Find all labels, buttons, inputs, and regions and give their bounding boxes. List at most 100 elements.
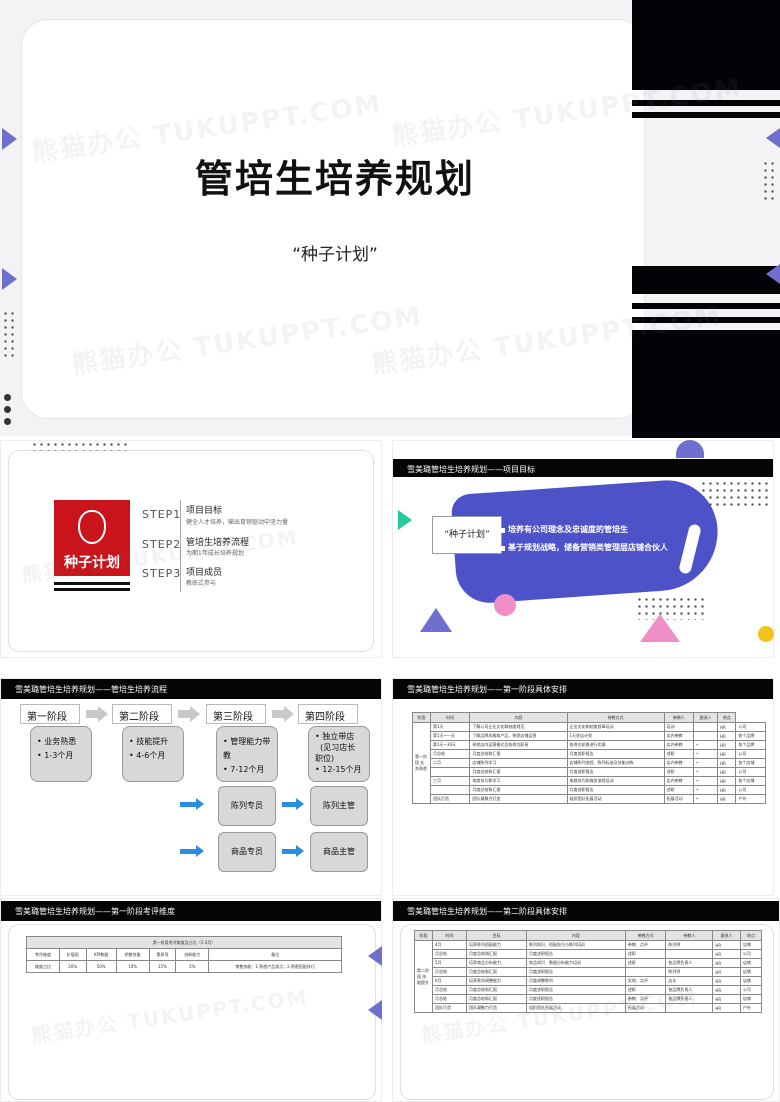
table-cell: 公司 — [735, 722, 766, 732]
evaluation-table: 第一阶段考评维度及占比（1-3月） 考评维度 价值观 KPI数据 销售技能 素质项 创新能力… — [26, 936, 342, 973]
column-header: 带教方式 — [624, 930, 667, 941]
arrow-icon — [284, 706, 294, 722]
table-cell: 15% — [148, 960, 177, 973]
table-cell: HR — [712, 949, 741, 959]
dot-grid — [31, 441, 131, 451]
column-header: 带教人 — [663, 712, 695, 723]
table-cell: 述职 — [624, 958, 667, 968]
column-header: 销售技能 — [115, 948, 150, 961]
stripe — [632, 303, 780, 309]
table-row: 5月 培养商品分析能力 商品知识、数据分析能力培训 述职 各品牌负责人 HR 店铺 — [415, 958, 763, 968]
table-cell: 团队打造 — [431, 1003, 468, 1013]
schedule-table: 阶段 时间 目标 内容 带教方式 带教人 跟进人 地点 第二阶段 技能提升 4月 培养陈列搭配能力陈… — [414, 930, 763, 1013]
yellow-circle — [758, 626, 774, 642]
table-row: 月度总结和汇报 月度述职报告 述职 * HR 公司 — [413, 767, 766, 777]
table-cell: 述职 — [663, 749, 695, 759]
column-header: 带教方式 — [566, 712, 665, 723]
table-cell: 店铺陈列学习 — [469, 758, 568, 768]
role-box: 商品主管 — [310, 832, 368, 872]
table-cell: 50% — [85, 960, 117, 973]
arrow-icon — [282, 802, 296, 807]
table-cell: 企业文化和制度规章培训 — [566, 722, 665, 732]
table-cell — [624, 967, 667, 977]
table-cell: 电商技巧和服务流程培训 — [566, 776, 665, 786]
slide-header-bar: 雪美璐管培生培养规划——第一阶段考评维度 — [1, 901, 381, 921]
slide-thumbnail-6[interactable]: 雪美璐管培生培养规划——第一阶段考评维度 — [0, 898, 382, 1102]
table-cell: 各个店铺 — [735, 776, 766, 786]
arrow-icon — [196, 798, 204, 810]
phase-box: • 业务熟悉 • 1-3个月 — [30, 726, 92, 782]
arrow-icon — [190, 706, 200, 722]
table-row: 月总结 月度总结和汇报 月度述职报告 带教、点评 各品牌负责人 HR 店铺 — [415, 994, 763, 1004]
dot — [4, 406, 11, 413]
table-header-row: 阶段 时间 内容 带教方式 带教人 跟进人 地点 — [412, 712, 766, 723]
role-box: 商品专员 — [218, 832, 276, 872]
table-cell: HR — [712, 994, 741, 1004]
table-cell: 20% — [58, 960, 87, 973]
logo-underline — [54, 588, 130, 591]
table-cell: 各品牌负责人 — [665, 985, 714, 995]
phase-box: • 管理能力带教 • 7-12个月 — [216, 726, 278, 782]
seed-plan-logo: 种子计划 — [54, 500, 130, 576]
table-cell: 月度述职报告 — [566, 749, 665, 759]
table-cell: 店铺 — [739, 976, 763, 986]
arrow-icon — [180, 802, 196, 807]
table-cell: 第1天~一天 — [429, 731, 471, 741]
column-header: 跟进人 — [712, 930, 741, 941]
table-row: 团队打造 团队凝聚力打造 组织团队拓展活动 拓展活动 HR 户外 — [415, 1003, 763, 1013]
table-cell: 月度调整陈列 — [525, 976, 626, 986]
role-box: 陈列主管 — [310, 786, 368, 826]
cover-slide[interactable]: 管培生培养规划 “种子计划” 熊猫办公 TUKUPPT.COM 熊猫办公 TUK… — [0, 0, 780, 438]
table-cell: 公司 — [739, 985, 763, 995]
table-row: 第二阶段 技能提升 4月 培养陈列搭配能力 陈列知识、搭配技巧与陈列培训 带教、点评 陈列… — [414, 940, 763, 1013]
table-cell: 月度述职报告 — [525, 985, 626, 995]
table-cell: 店内带教 — [663, 740, 695, 750]
table-cell: 月度总结和汇报 — [469, 767, 568, 777]
dot — [4, 394, 11, 401]
phase-item: • 技能提升 — [129, 737, 169, 746]
column-header: 备注 — [208, 948, 342, 961]
table-cell: 月度总结和汇报 — [469, 785, 568, 795]
table-cell: 拓展活动 — [624, 1003, 667, 1013]
table-cell: 培训 — [663, 722, 695, 732]
table-cell: 公司 — [735, 785, 766, 795]
table-cell: 月总结 — [431, 967, 468, 977]
step-title: 项目目标 — [186, 506, 223, 516]
table-cell — [429, 785, 471, 795]
table-cell: 培养陈列调整能力 — [466, 976, 527, 986]
table-cell: 拓展活动 — [663, 794, 695, 804]
cover-subtitle: “种子计划” — [292, 245, 378, 265]
table-cell: 月度总结和汇报 — [466, 967, 527, 977]
table-cell: 店铺陈列流程、陈列标准及技能训练 — [566, 758, 665, 768]
table-cell: 公司 — [739, 949, 763, 959]
table-cell: 月总结 — [431, 994, 468, 1004]
column-header: 阶段 — [412, 712, 431, 723]
phase-item: (见习店长职位) — [315, 743, 356, 763]
table-cell: 陈列师 — [665, 940, 714, 950]
table-cell: 述职 — [624, 949, 667, 959]
phase-item: • 4-6个月 — [129, 751, 166, 760]
step-desc: 健全人才培养，输出育销驱动中坚力量 — [186, 519, 289, 526]
table-cell — [665, 949, 714, 959]
column-header: KPI数据 — [85, 948, 117, 961]
table-cell: 月度述职报告 — [566, 785, 665, 795]
table-cell: * — [693, 776, 719, 786]
arrow-icon — [282, 849, 296, 854]
face-icon — [78, 510, 106, 544]
slide-header: 雪美璐管培生培养规划——项目目标 — [407, 465, 535, 474]
slide-header: 雪美璐管培生培养规划——第一阶段具体安排 — [407, 685, 567, 694]
table-row: 月总结 月度总结和汇报 月度述职报告 述职 HR 公司 — [415, 949, 763, 959]
step-desc: 教练式参与 — [186, 580, 217, 587]
step-title: 项目成员 — [186, 568, 223, 578]
phase-box: • 技能提升 • 4-6个月 — [122, 726, 184, 782]
table-cell: 团队凝聚力打造 — [469, 794, 568, 804]
table-cell — [693, 722, 719, 732]
table-cell: 陈列师 — [665, 967, 714, 977]
slide-header-bar: 雪美璐管培生培养规划——第一阶段具体安排 — [393, 679, 773, 699]
table-cell: 述职 — [624, 985, 667, 995]
table-cell: 户外 — [739, 1003, 763, 1013]
table-cell: HR — [712, 985, 741, 995]
table-cell — [665, 1003, 714, 1013]
table-cell — [429, 767, 471, 777]
step-desc: 为期1年成长培养规划 — [186, 550, 244, 557]
